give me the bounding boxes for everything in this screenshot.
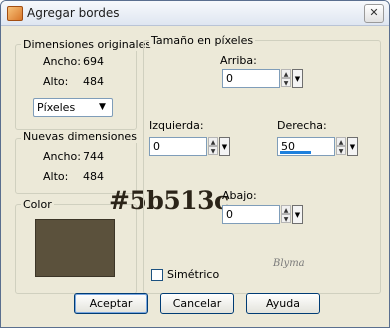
ancho-original-value: 694 — [83, 55, 104, 68]
arriba-value: 0 — [226, 72, 233, 85]
legend-tamano-pixeles: Tamaño en píxeles — [149, 34, 256, 47]
dialog-body: Dimensiones originales Ancho: 694 Alto: … — [1, 26, 389, 327]
izquierda-dropdown-icon[interactable]: ▼ — [219, 137, 230, 156]
arrow-up-icon[interactable]: ▲ — [281, 205, 291, 214]
arriba-stepper[interactable]: ▲ ▼ — [281, 69, 291, 88]
app-icon — [7, 6, 23, 21]
izquierda-label: Izquierda: — [149, 119, 204, 132]
izquierda-value: 0 — [153, 140, 160, 153]
arrow-down-icon[interactable]: ▼ — [336, 146, 346, 155]
derecha-stepper[interactable]: ▲ ▼ — [336, 137, 346, 156]
abajo-label: Abajo: — [222, 189, 257, 202]
arrow-down-icon[interactable]: ▼ — [281, 214, 291, 223]
chevron-down-icon: ▼ — [99, 102, 106, 112]
abajo-stepper[interactable]: ▲ ▼ — [281, 205, 291, 224]
simetrico-checkbox[interactable] — [151, 269, 163, 281]
derecha-dropdown-icon[interactable]: ▼ — [347, 137, 358, 156]
legend-color: Color — [21, 198, 54, 211]
ancho-original-label: Ancho: — [43, 55, 81, 68]
arrow-down-icon[interactable]: ▼ — [208, 146, 218, 155]
ancho-nuevo-value: 744 — [83, 150, 104, 163]
arrow-up-icon[interactable]: ▲ — [208, 137, 218, 146]
window-title: Agregar bordes — [27, 6, 120, 20]
izquierda-stepper[interactable]: ▲ ▼ — [208, 137, 218, 156]
focus-indicator — [280, 151, 311, 154]
arrow-down-icon[interactable]: ▼ — [281, 78, 291, 87]
alto-original-label: Alto: — [43, 75, 69, 88]
signature-watermark: Blyma — [273, 258, 305, 269]
ancho-nuevo-label: Ancho: — [43, 150, 81, 163]
alto-nuevo-label: Alto: — [43, 170, 69, 183]
derecha-input[interactable]: 50 — [277, 137, 335, 156]
legend-dimensiones-originales: Dimensiones originales — [21, 38, 154, 51]
arriba-dropdown-icon[interactable]: ▼ — [292, 69, 303, 88]
ayuda-button[interactable]: Ayuda — [246, 293, 320, 314]
legend-nuevas-dimensiones: Nuevas dimensiones — [21, 130, 139, 143]
derecha-label: Derecha: — [277, 119, 327, 132]
dialog-window: Agregar bordes ✕ Dimensiones originales … — [0, 0, 390, 328]
units-selected: Píxeles — [37, 101, 76, 114]
color-swatch[interactable] — [35, 219, 115, 277]
alto-nuevo-value: 484 — [83, 170, 104, 183]
simetrico-label[interactable]: Simétrico — [167, 268, 219, 281]
arriba-input[interactable]: 0 — [222, 69, 280, 88]
title-bar[interactable]: Agregar bordes ✕ — [1, 1, 389, 26]
cancelar-button[interactable]: Cancelar — [160, 293, 234, 314]
close-button[interactable]: ✕ — [364, 4, 384, 23]
abajo-dropdown-icon[interactable]: ▼ — [292, 205, 303, 224]
abajo-input[interactable]: 0 — [222, 205, 280, 224]
arrow-up-icon[interactable]: ▲ — [336, 137, 346, 146]
close-icon: ✕ — [369, 6, 379, 19]
arriba-label: Arriba: — [220, 54, 257, 67]
abajo-value: 0 — [226, 208, 233, 221]
aceptar-button[interactable]: Aceptar — [74, 293, 148, 314]
alto-original-value: 484 — [83, 75, 104, 88]
izquierda-input[interactable]: 0 — [149, 137, 207, 156]
units-dropdown[interactable]: Píxeles ▼ — [33, 98, 113, 117]
arrow-up-icon[interactable]: ▲ — [281, 69, 291, 78]
